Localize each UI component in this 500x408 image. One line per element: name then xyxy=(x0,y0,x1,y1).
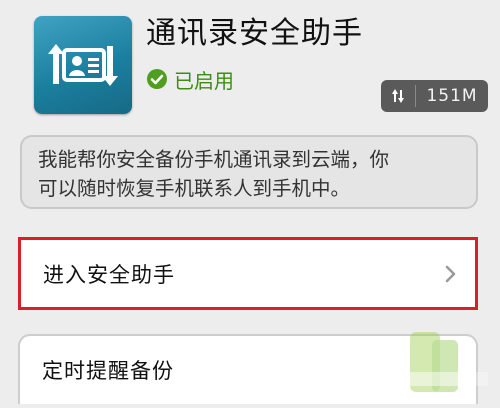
check-circle-icon xyxy=(147,69,167,89)
description-line-1: 我能帮你安全备份手机通讯录到云端，你 xyxy=(38,148,390,171)
status: 已启用 xyxy=(146,64,234,94)
contacts-sync-icon xyxy=(48,44,118,86)
description-box: 我能帮你安全备份手机通讯录到云端，你 可以随时恢复手机联系人到手机中。 xyxy=(20,135,478,209)
description-line-2: 可以随时恢复手机联系人到手机中。 xyxy=(38,177,351,200)
scheduled-backup-label: 定时提醒备份 xyxy=(42,359,174,383)
data-size-label: 151M xyxy=(426,86,478,106)
app-icon xyxy=(34,16,132,114)
watermark-logo xyxy=(392,324,500,404)
app-title: 通讯录安全助手 xyxy=(146,16,363,51)
enter-assistant-label: 进入安全助手 xyxy=(43,262,175,287)
sync-size-badge[interactable]: 151M xyxy=(381,80,488,112)
sync-arrows-icon xyxy=(381,80,415,112)
status-label: 已启用 xyxy=(174,68,234,93)
chevron-right-icon xyxy=(445,265,456,282)
enter-assistant-row[interactable]: 进入安全助手 xyxy=(18,237,478,310)
